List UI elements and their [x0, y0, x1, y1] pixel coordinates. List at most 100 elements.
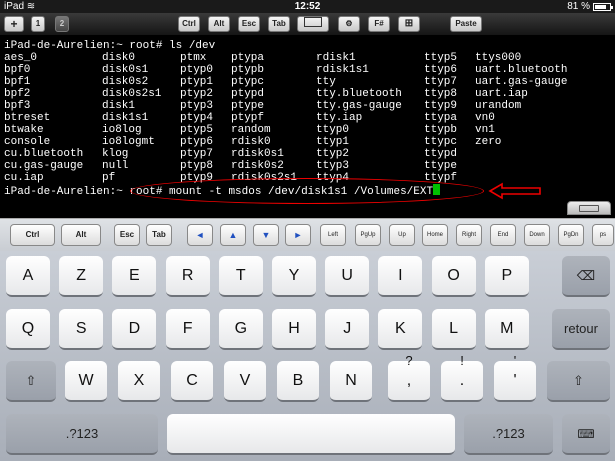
paste-button[interactable]: Paste: [450, 16, 482, 32]
keyboard-toggle-button[interactable]: [297, 16, 329, 32]
key-u[interactable]: U: [325, 256, 370, 297]
period-shift-label: !: [460, 353, 464, 368]
key-down-arrow[interactable]: ▼: [253, 224, 279, 246]
function-keys-button[interactable]: F#: [368, 16, 390, 32]
keyboard-separator: [0, 206, 615, 218]
key-p[interactable]: P: [484, 256, 529, 297]
key-home[interactable]: Home: [422, 224, 448, 246]
key-n[interactable]: N: [330, 361, 372, 402]
tab-2[interactable]: 2: [55, 16, 69, 32]
key-comma[interactable]: ?,: [388, 353, 430, 402]
dismiss-keyboard-key[interactable]: ⌨: [562, 414, 610, 455]
key-esc[interactable]: Esc: [114, 224, 140, 246]
key-up[interactable]: Up: [389, 224, 415, 246]
key-l[interactable]: L: [431, 309, 476, 350]
battery-icon: [593, 2, 613, 11]
listing-entry: disk1: [102, 100, 136, 112]
key-up-arrow[interactable]: ▲: [220, 224, 246, 246]
key-y[interactable]: Y: [272, 256, 316, 297]
key-ps[interactable]: ps: [592, 224, 614, 246]
key-i[interactable]: I: [378, 256, 423, 297]
key-z[interactable]: Z: [59, 256, 104, 297]
listing-entry: tty.bluetooth: [316, 88, 402, 100]
toolbar-ctrl-button[interactable]: Ctrl: [178, 16, 200, 32]
keyboard-down-icon: ⌨: [577, 427, 595, 441]
key-quote[interactable]: ' ': [494, 353, 536, 402]
key-k[interactable]: K: [378, 309, 423, 350]
listing-entry: ttys000: [475, 52, 522, 64]
annotation-arrow-icon: [488, 182, 541, 200]
listing-entry: uart.bluetooth: [475, 64, 568, 76]
listing-entry: io8logmt: [102, 136, 155, 148]
listing-entry: zero: [475, 136, 502, 148]
key-left-arrow[interactable]: ◄: [187, 224, 213, 246]
status-bar: iPad ≋ 12:52 81 %: [0, 0, 615, 13]
listing-entry: tty.iap: [316, 112, 363, 124]
add-tab-button[interactable]: +: [4, 16, 24, 32]
listing-entry: ttyp1: [316, 136, 350, 148]
key-r[interactable]: R: [165, 256, 210, 297]
key-left[interactable]: Left: [320, 224, 346, 246]
numbers-key-left[interactable]: .?123: [6, 414, 158, 455]
battery-status: 81 %: [567, 0, 613, 13]
key-h[interactable]: H: [272, 309, 316, 350]
key-end[interactable]: End: [490, 224, 516, 246]
key-pgdn[interactable]: PgDn: [558, 224, 584, 246]
key-tab[interactable]: Tab: [146, 224, 172, 246]
listing-entry: disk0s2: [102, 76, 149, 88]
shift-key-right[interactable]: ⇧: [547, 361, 610, 402]
listing-entry: ptypb: [231, 64, 265, 76]
numbers-key-right[interactable]: .?123: [464, 414, 553, 455]
tab-1[interactable]: 1: [31, 16, 45, 32]
key-q[interactable]: Q: [6, 309, 50, 350]
key-period[interactable]: !.: [441, 353, 483, 402]
key-o[interactable]: O: [431, 256, 476, 297]
battery-percent: 81 %: [567, 1, 590, 12]
key-pgup[interactable]: PgUp: [355, 224, 381, 246]
toolbar-alt-button[interactable]: Alt: [208, 16, 230, 32]
return-key[interactable]: retour: [552, 309, 610, 350]
toolbar-esc-button[interactable]: Esc: [238, 16, 260, 32]
arrow-keys-button[interactable]: ⊞: [398, 16, 420, 32]
key-w[interactable]: W: [65, 361, 107, 402]
key-a[interactable]: A: [6, 256, 50, 297]
hide-keyboard-tab[interactable]: [567, 201, 611, 215]
key-right[interactable]: Right: [456, 224, 482, 246]
space-bar[interactable]: [167, 414, 455, 455]
listing-entry: ptype: [231, 100, 265, 112]
shift-icon: ⇧: [25, 373, 37, 388]
key-ctrl[interactable]: Ctrl: [10, 224, 55, 246]
listing-entry: vn0: [475, 112, 495, 124]
listing-entry: rdisk1: [316, 52, 356, 64]
terminal-line-command: iPad-de-Aurelien:~ root# ls /dev: [4, 40, 216, 52]
listing-entry: vn1: [475, 124, 495, 136]
shift-key-left[interactable]: ⇧: [6, 361, 56, 402]
key-v[interactable]: V: [224, 361, 266, 402]
backspace-key[interactable]: ⌫: [562, 256, 610, 297]
settings-button[interactable]: ⚙: [338, 16, 360, 32]
listing-entry: ttype: [424, 160, 458, 172]
key-x[interactable]: X: [118, 361, 160, 402]
listing-entry: uart.iap: [475, 88, 528, 100]
terminal-output[interactable]: iPad-de-Aurelien:~ root# ls /dev aes_0 di…: [0, 36, 615, 206]
listing-entry: ptyp1: [180, 76, 214, 88]
listing-entry: ptyp4: [180, 112, 214, 124]
listing-entry: rdisk0: [231, 136, 271, 148]
key-d[interactable]: D: [112, 309, 157, 350]
key-down[interactable]: Down: [524, 224, 550, 246]
key-c[interactable]: C: [171, 361, 213, 402]
key-alt[interactable]: Alt: [61, 224, 101, 246]
key-g[interactable]: G: [218, 309, 263, 350]
toolbar-tab-button[interactable]: Tab: [268, 16, 290, 32]
key-t[interactable]: T: [218, 256, 263, 297]
key-right-arrow[interactable]: ►: [285, 224, 311, 246]
key-e[interactable]: E: [112, 256, 157, 297]
key-s[interactable]: S: [59, 309, 104, 350]
listing-entry: cu.bluetooth: [4, 148, 84, 160]
keyboard-icon: [579, 205, 599, 212]
clock: 12:52: [294, 1, 321, 12]
key-j[interactable]: J: [325, 309, 370, 350]
key-f[interactable]: F: [165, 309, 210, 350]
key-m[interactable]: M: [484, 309, 529, 350]
key-b[interactable]: B: [277, 361, 319, 402]
